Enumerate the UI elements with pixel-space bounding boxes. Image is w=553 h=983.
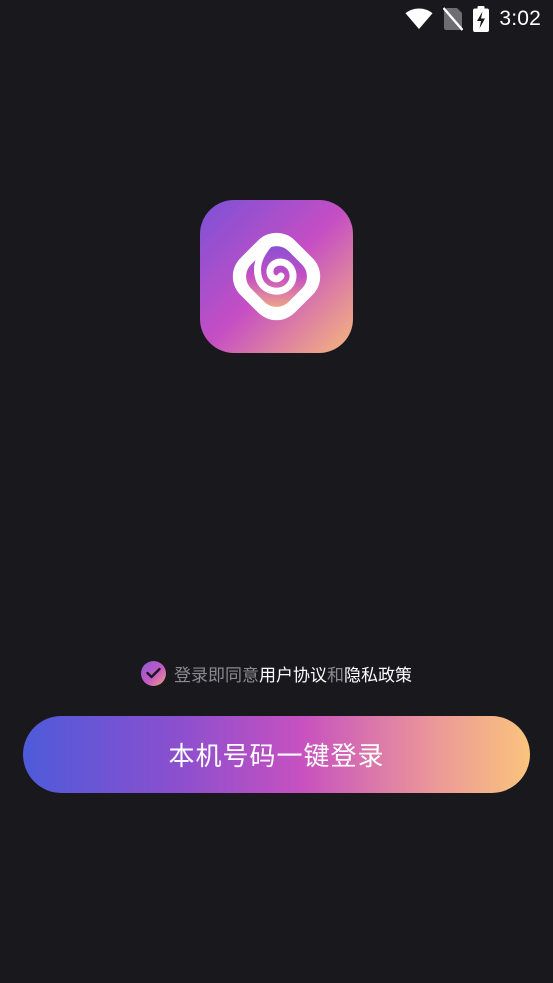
agreement-prefix: 登录即同意 [174,665,259,686]
check-icon [146,667,161,679]
user-agreement-link[interactable]: 用户协议 [259,661,327,686]
privacy-policy-link[interactable]: 隐私政策 [344,661,412,686]
agreement-checkbox[interactable] [141,660,166,686]
agreement-row: 登录即同意 用户协议 和 隐私政策 [0,658,553,688]
one-click-login-button[interactable]: 本机号码一键登录 [23,716,530,793]
no-sim-icon [443,7,464,31]
login-screen: 3:02 登录即同意 用户协议 和 隐私政策 本机号码一键登录 [0,0,553,983]
wifi-icon [405,8,433,30]
app-logo-icon [200,200,353,353]
status-time: 3:02 [499,7,541,30]
battery-charging-icon [473,6,490,32]
status-icons: 3:02 [405,4,541,34]
login-button-label: 本机号码一键登录 [168,742,385,772]
agreement-conjunction: 和 [327,665,344,686]
status-bar: 3:02 [0,0,553,38]
